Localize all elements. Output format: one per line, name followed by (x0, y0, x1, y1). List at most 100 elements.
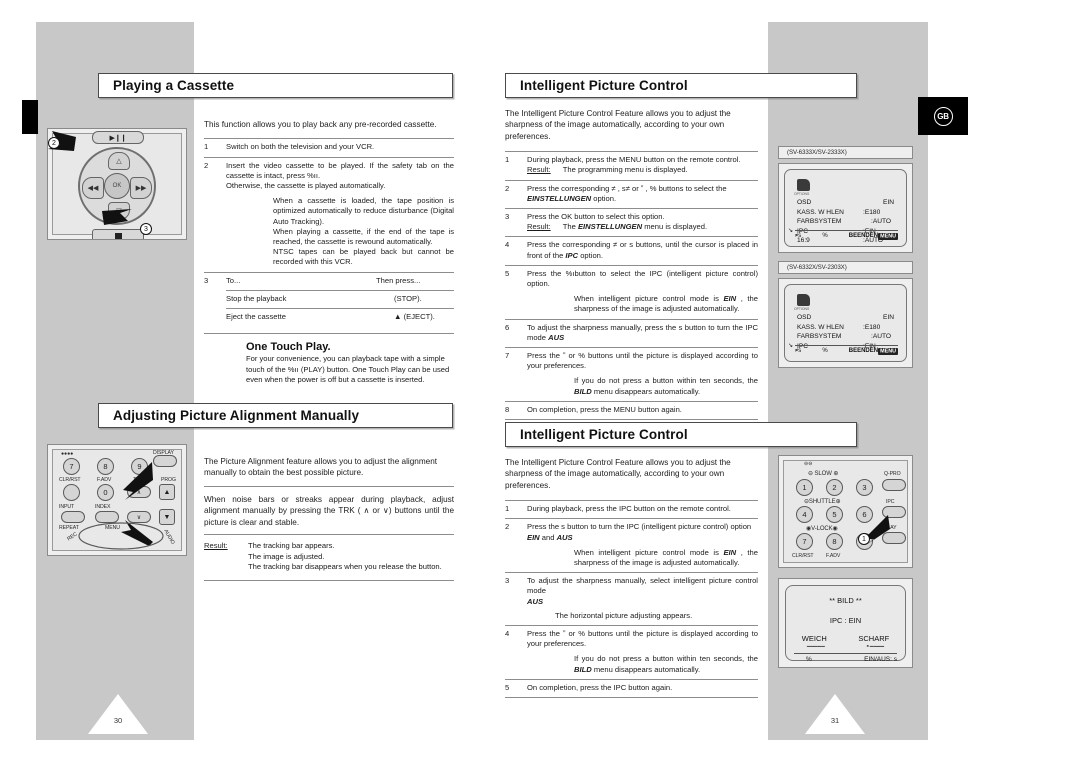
left-section2-body: The Picture Alignment feature allows you… (204, 456, 454, 588)
one-touch-play-title: One Touch Play. (246, 341, 331, 354)
table-row: 2 Press the corresponding ≠ , s≠ or ˮ , … (505, 179, 758, 209)
step-text: Press the s button to turn the IPC (inte… (527, 522, 752, 532)
step-text-tail: option. (578, 250, 604, 260)
key-7: 7 (796, 533, 813, 550)
step-text: Press the %ıbutton to select the IPC (in… (527, 268, 758, 289)
osd-screen-inner: OPTIONS OSD EIN KASS. W HLEN:E180 FARBSYS… (784, 169, 907, 247)
label-clr-rst: CLR/RST (792, 553, 814, 559)
result-label: Result: (527, 222, 551, 232)
osd-key: KASS. W HLEN (797, 208, 844, 216)
key-9: 9 (131, 458, 148, 475)
step-emphasis: AUS (548, 332, 565, 342)
step-text: During playback, press the MENU button o… (527, 155, 741, 165)
step-text: On completion, press the MENU button aga… (527, 400, 758, 420)
note-text: If you do not press a button within ten … (574, 376, 758, 386)
osd-footer-mid: % (822, 348, 828, 354)
step-number: 3 (505, 208, 527, 237)
result-label: Result: (204, 541, 228, 551)
osd-value: EIN (883, 314, 894, 321)
step-text: To adjust the sharpness manually, select… (527, 576, 758, 596)
osd-footer-left: ≠s (795, 348, 802, 354)
options-icon-caption: OPTIONS (794, 192, 810, 196)
result-row: Result: The tracking bar appears. (204, 541, 454, 552)
step-number: 4 (505, 236, 527, 266)
label-clr-rst: CLR/RST (59, 477, 81, 483)
key-prog-down: ▼ (159, 509, 175, 525)
ok-button-illustration: OK (104, 173, 130, 199)
table-row: 1 During playback, press the MENU button… (505, 151, 758, 181)
label-trk: TRK (133, 477, 144, 483)
label-q-pro: Q-PRO (884, 471, 901, 477)
step-note: When a cassette is loaded, the tape posi… (273, 196, 454, 226)
label-rec: REC (66, 531, 79, 543)
label-top-curve: ⊖⊖ (804, 461, 813, 467)
table-row: 1 During playback, press the IPC button … (505, 500, 758, 519)
osd-screen-1: OPTIONS OSD EIN KASS. W HLEN:E180 FARBSYS… (778, 163, 913, 253)
label-repeat: REPEAT (59, 525, 79, 531)
osd-row: KASS. W HLEN:E180 (797, 208, 898, 218)
step-note: When intelligent picture control mode is… (574, 548, 758, 568)
heading-intelligent-picture-control-2: Intelligent Picture Control (505, 422, 857, 447)
step-text-block: Insert the video cassette to be played. … (226, 156, 454, 273)
action-key: (STOP). (376, 289, 454, 309)
osd-footer-right-group: BEENDEN MENU (849, 232, 898, 240)
key-input (61, 511, 85, 523)
result-text: The tracking bar appears. (248, 541, 335, 551)
key-8: 8 (97, 458, 114, 475)
osd-value: :AUTO (871, 218, 892, 226)
step-number: 5 (505, 264, 527, 320)
heading-intelligent-picture-control-1: Intelligent Picture Control (505, 73, 857, 98)
section2-paragraph: When noise bars or streaks appear during… (204, 494, 454, 527)
step-emphasis: EIN (527, 532, 540, 542)
illustration-vcr-jog-dial: ▶❙❙ △ ◀◀ ▶▶ ▽ OK 2 3 (47, 128, 187, 240)
step-note: The horizontal picture adjusting appears… (555, 610, 693, 620)
osd-cursor-icon: ↘ (788, 342, 794, 349)
step-emphasis: IPC (565, 250, 579, 260)
table-row: 7 Press the ˮ or % buttons until the pic… (505, 347, 758, 402)
step-note: If you do not press a button within ten … (574, 376, 758, 396)
result-emphasis: EINSTELLUNGEN (577, 222, 643, 232)
step-number: 1 (505, 151, 527, 181)
key-display (153, 455, 177, 467)
step-emphasis: AUS (527, 596, 544, 606)
key-ipc (882, 506, 906, 518)
section1-steps-table: 1 During playback, press the MENU button… (505, 151, 758, 421)
table-row: 2 Insert the video cassette to be played… (204, 156, 454, 273)
table-row: 2 Press the s button to turn the IPC (in… (505, 518, 758, 573)
key-6: 6 (856, 506, 873, 523)
key-clr-rst (63, 484, 80, 501)
section1-intro: This function allows you to play back an… (204, 120, 437, 129)
result-text: The (562, 222, 578, 232)
label-play: PLAY (884, 525, 897, 531)
result-text: The image is adjusted. (248, 551, 325, 561)
osd-footer-right: BEENDEN (848, 348, 879, 354)
illustration-inner-frame: ⊖⊖ ⊖ SLOW ⊕ 1 2 3 ⊖SHUTTLE⊕ 4 5 6 ◉V-LOC… (783, 460, 908, 563)
bild-scale-ticks: ▬▬▬▬▬ ■ ▬▬▬▬ (786, 644, 905, 648)
step-number: 1 (505, 500, 527, 519)
key-3: 3 (856, 479, 873, 496)
section1-steps-table: 1 Switch on both the television and your… (204, 138, 454, 327)
manual-page-spread: GB Playing a Cassette ▶❙❙ △ ◀◀ ▶▶ ▽ OK 2 (0, 0, 1080, 763)
action-label: Stop the playback (226, 289, 376, 309)
table-row: 5 Press the %ıbutton to select the IPC (… (505, 264, 758, 320)
jog-rewind-pad: ◀◀ (82, 177, 104, 199)
illustration-remote-ipc: ⊖⊖ ⊖ SLOW ⊕ 1 2 3 ⊖SHUTTLE⊕ 4 5 6 ◉V-LOC… (778, 455, 913, 568)
osd-model-label-1: (SV-6333X/SV-2333X) (778, 146, 913, 159)
step-note: If you do not press a button within ten … (574, 654, 758, 674)
result-spacer (204, 562, 238, 573)
options-icon (797, 179, 810, 191)
bild-left-label: WEICH (801, 634, 827, 643)
play-pause-button-illustration: ▶❙❙ (92, 131, 144, 144)
note-text: When intelligent picture control mode is (574, 294, 724, 304)
label-input: INPUT (59, 504, 75, 510)
result-label: Result: (527, 165, 551, 175)
bild-footer-left: % (806, 656, 812, 663)
step-text-block: Press the corresponding ≠ , s≠ or ˮ , % … (527, 179, 758, 209)
bild-tick-left: ▬▬▬▬▬ (806, 644, 825, 648)
step-text-block: To adjust the sharpness manually, select… (527, 572, 758, 626)
step-text-block: During playback, press the MENU button o… (527, 151, 758, 181)
step-text-block: Press the ˮ or % buttons until the pictu… (527, 625, 758, 680)
step-text: Switch on both the television and your V… (226, 138, 454, 158)
osd-value: :E180 (863, 323, 881, 331)
osd-footer-2: ≠s % BEENDEN MENU (795, 345, 898, 355)
